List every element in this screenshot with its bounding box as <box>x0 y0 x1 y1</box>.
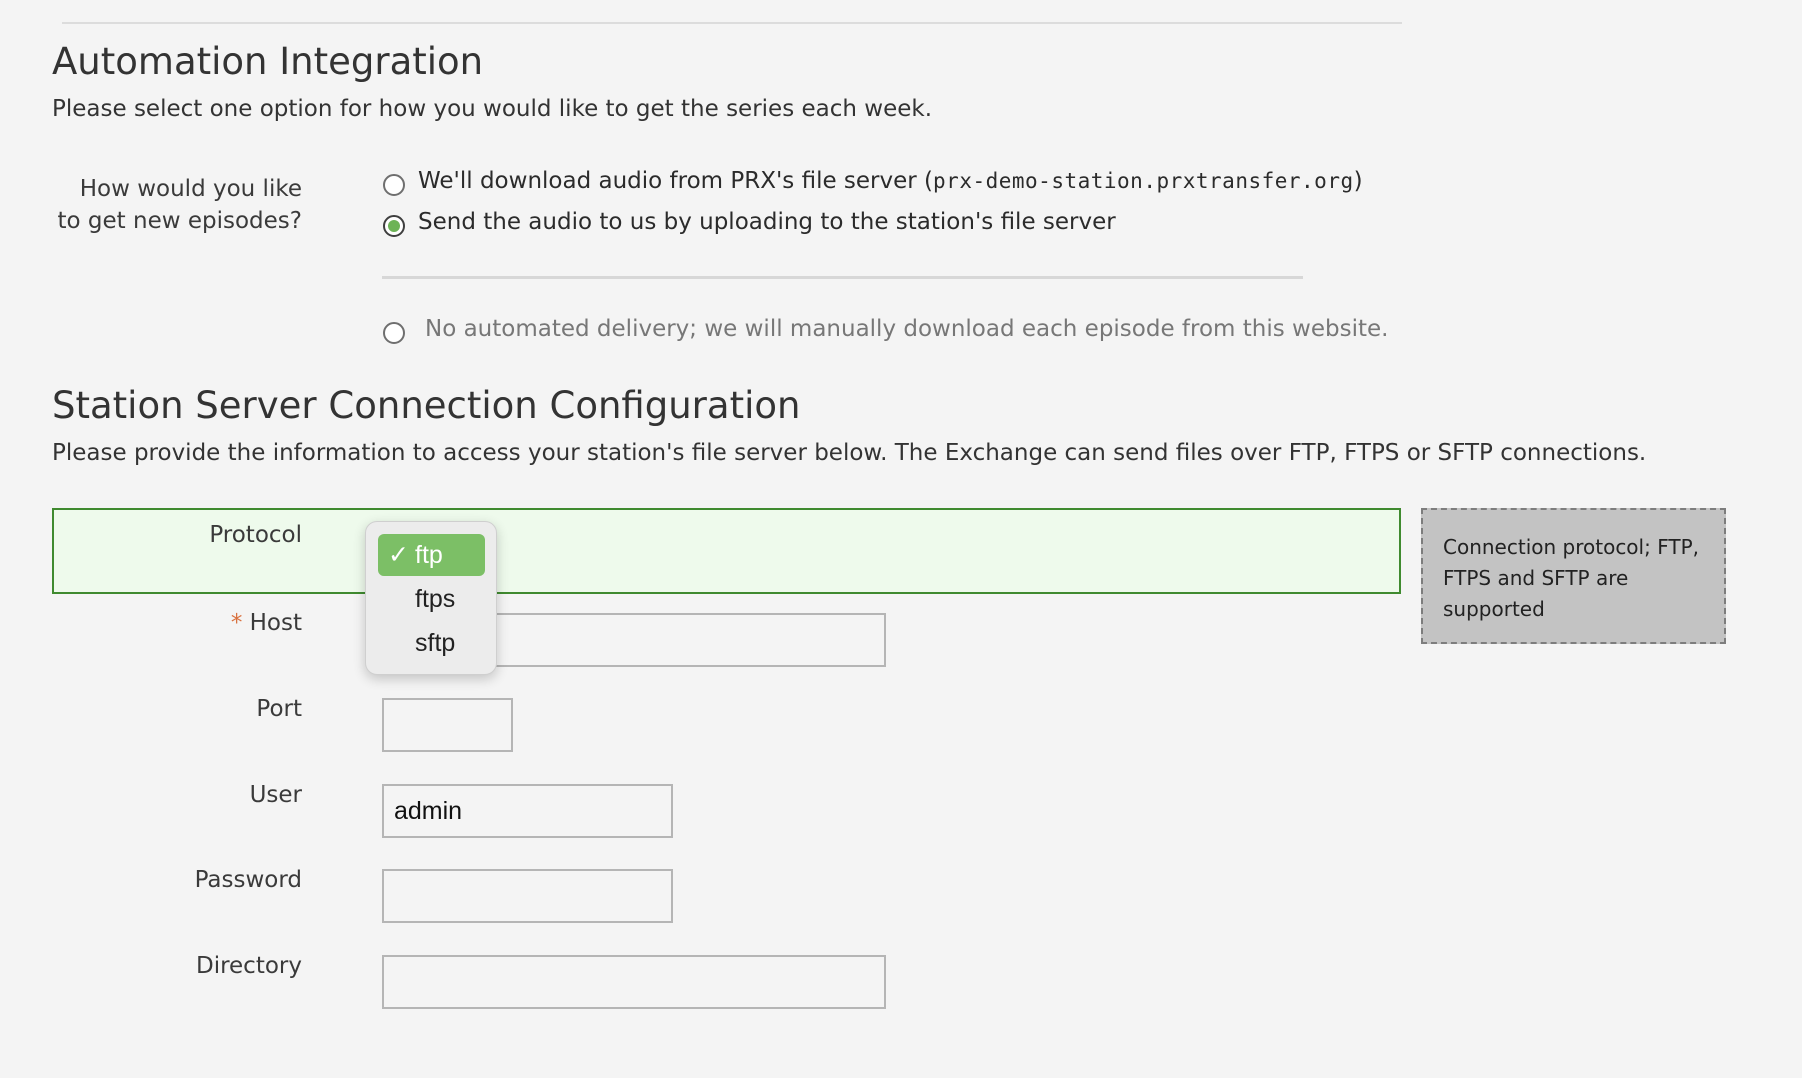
prx-server-address: prx-demo-station.prxtransfer.org <box>933 169 1354 193</box>
user-input[interactable] <box>384 786 671 836</box>
protocol-option-ftp[interactable]: ✓ ftp <box>378 534 485 576</box>
password-input[interactable] <box>384 871 671 921</box>
delivery-question-label: How would you like to get new episodes? <box>52 176 302 234</box>
protocol-tooltip: Connection protocol; FTP, FTPS and SFTP … <box>1421 508 1726 644</box>
port-label: Port <box>256 696 302 722</box>
option-prx-download-radio[interactable] <box>383 174 405 196</box>
option-station-upload-label[interactable]: Send the audio to us by uploading to the… <box>418 209 1116 235</box>
question-line1: How would you like <box>79 176 302 202</box>
protocol-option-label: ftp <box>415 541 443 569</box>
password-label: Password <box>194 867 302 893</box>
required-marker: * <box>230 610 243 636</box>
port-input[interactable] <box>384 700 511 750</box>
option-manual-label[interactable]: No automated delivery; we will manually … <box>425 316 1388 342</box>
option-prx-download-label[interactable]: We'll download audio from PRX's file ser… <box>418 168 1363 194</box>
host-label-text: Host <box>249 610 302 636</box>
protocol-option-ftps[interactable]: ftps <box>378 578 485 620</box>
protocol-option-label: ftps <box>415 585 456 613</box>
option1-close: ) <box>1353 168 1363 194</box>
automation-description: Please select one option for how you wou… <box>52 96 933 122</box>
directory-label: Directory <box>195 953 302 979</box>
options-divider <box>382 276 1303 279</box>
question-line2: to get new episodes? <box>57 208 302 234</box>
user-field[interactable] <box>382 784 673 838</box>
host-label: * Host <box>52 610 302 636</box>
option-manual-radio[interactable] <box>383 322 405 344</box>
protocol-dropdown-menu: ✓ ftp ftps sftp <box>365 521 497 675</box>
directory-field[interactable] <box>382 955 886 1009</box>
password-field[interactable] <box>382 869 673 923</box>
protocol-option-sftp[interactable]: sftp <box>378 622 485 664</box>
checkmark-icon: ✓ <box>388 541 409 569</box>
protocol-option-label: sftp <box>415 629 456 657</box>
top-divider <box>62 22 1402 24</box>
connection-description: Please provide the information to access… <box>52 440 1647 466</box>
connection-title: Station Server Connection Configuration <box>52 384 801 427</box>
directory-input[interactable] <box>384 957 884 1007</box>
option-station-upload-radio[interactable] <box>383 215 405 237</box>
protocol-label: Protocol <box>209 522 302 548</box>
option1-text: We'll download audio from PRX's file ser… <box>418 168 934 194</box>
port-field[interactable] <box>382 698 513 752</box>
automation-title: Automation Integration <box>52 40 484 83</box>
user-label: User <box>249 782 302 808</box>
protocol-row <box>52 508 1401 594</box>
